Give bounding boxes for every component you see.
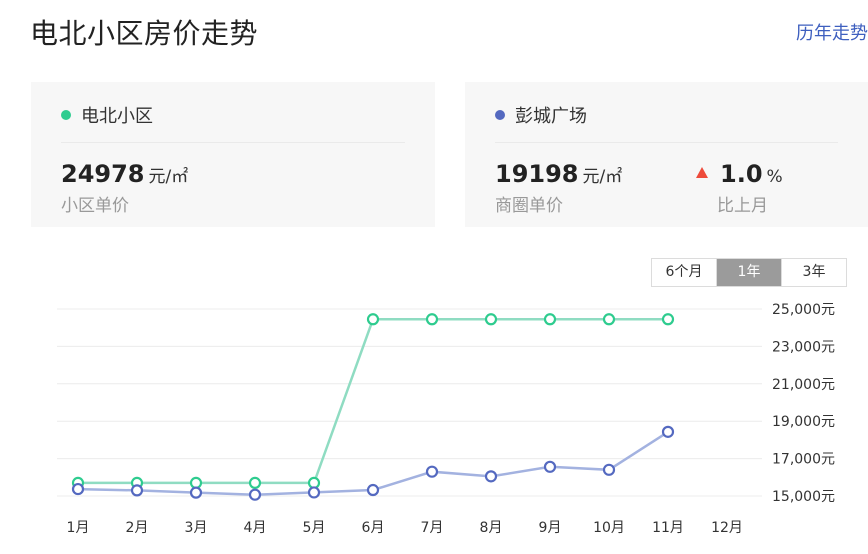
data-point	[366, 313, 380, 326]
x-tick-label: 1月	[67, 520, 90, 536]
data-point	[425, 313, 439, 326]
data-point	[189, 486, 203, 499]
range-tabs: 6个月 1年 3年	[651, 258, 847, 287]
tab-6-months[interactable]: 6个月	[652, 259, 716, 286]
x-tick-label: 3月	[185, 520, 208, 536]
data-point	[71, 482, 85, 496]
x-tick-label: 11月	[652, 520, 684, 536]
x-tick-label: 9月	[539, 520, 562, 536]
data-point	[543, 313, 557, 326]
data-point	[661, 425, 675, 438]
y-tick-label: 23,000元	[772, 339, 835, 355]
data-point	[484, 470, 498, 483]
y-tick-label: 19,000元	[772, 414, 835, 430]
tab-3-years[interactable]: 3年	[781, 259, 846, 286]
y-tick-label: 25,000元	[772, 302, 835, 318]
x-tick-label: 6月	[362, 520, 385, 536]
data-point	[248, 476, 262, 490]
data-point	[425, 465, 439, 478]
data-point	[130, 484, 144, 497]
x-tick-label: 4月	[244, 520, 267, 536]
y-tick-label: 17,000元	[772, 452, 835, 468]
data-point	[602, 463, 616, 476]
data-point	[543, 460, 557, 473]
x-tick-label: 7月	[421, 520, 444, 536]
data-point	[307, 486, 321, 499]
data-point	[248, 488, 262, 501]
data-point	[189, 476, 203, 490]
y-tick-label: 15,000元	[772, 489, 835, 505]
data-point	[602, 313, 616, 326]
x-tick-label: 5月	[303, 520, 326, 536]
y-tick-label: 21,000元	[772, 377, 835, 393]
x-tick-label: 2月	[126, 520, 149, 536]
data-point	[366, 483, 380, 497]
tab-1-year[interactable]: 1年	[716, 259, 781, 286]
data-point	[661, 313, 675, 326]
x-tick-label: 8月	[480, 520, 503, 536]
data-point	[484, 313, 498, 326]
x-tick-label: 12月	[711, 520, 743, 536]
x-tick-label: 10月	[593, 520, 625, 536]
